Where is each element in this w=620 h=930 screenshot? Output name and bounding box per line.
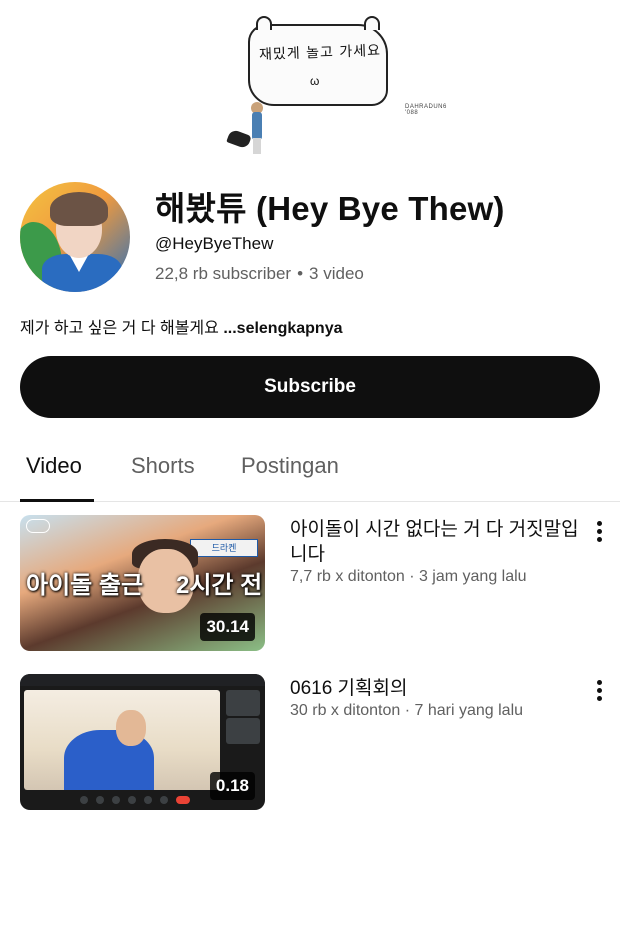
tab-postingan[interactable]: Postingan <box>241 453 339 479</box>
thumbnail-person-head <box>116 710 146 746</box>
thumbnail-meeting-controls <box>80 796 190 804</box>
active-tab-indicator <box>20 499 94 502</box>
banner-speech-bubble: 재밌게 놀고 가세요 ω DAHRADUN6 '088 <box>248 16 446 116</box>
channel-name: 해봤튜 (Hey Bye Thew) <box>155 190 505 227</box>
channel-banner: 재밌게 놀고 가세요 ω DAHRADUN6 '088 <box>180 14 446 164</box>
tab-shorts[interactable]: Shorts <box>131 453 195 479</box>
thumbnail-participant-tile <box>226 718 260 744</box>
video-list-item[interactable]: 0.18 0616 기획회의 30 rb x ditonton · 7 hari… <box>0 674 620 810</box>
description-text: 제가 하고 싶은 거 다 해볼게요 <box>20 320 219 337</box>
tab-video[interactable]: Video <box>26 453 82 479</box>
video-duration-badge: 30.14 <box>200 613 255 641</box>
channel-handle: @HeyByeThew <box>155 234 274 253</box>
thumbnail-caption-left: 아이돌 출근 <box>26 572 144 599</box>
video-thumbnail[interactable]: 드라켄 아이돌 출근 2시간 전 30.14 <box>20 515 265 651</box>
subscriber-count: 22,8 rb subscriber <box>155 264 292 283</box>
subscribe-button[interactable]: Subscribe <box>20 356 600 418</box>
description-more-link[interactable]: ...selengkapnya <box>223 320 342 337</box>
thumbnail-meeting-topbar <box>20 674 265 686</box>
banner-ear-left <box>256 16 272 30</box>
video-meta: 30 rb x ditonton · 7 hari yang lalu <box>290 702 524 719</box>
banner-text: 재밌게 놀고 가세요 <box>258 42 382 64</box>
banner-figure-body <box>252 112 262 140</box>
channel-stats: 22,8 rb subscriber • 3 video <box>155 264 364 284</box>
channel-avatar[interactable] <box>20 182 130 292</box>
video-count: 3 video <box>309 264 364 283</box>
video-meta: 7,7 rb x ditonton · 3 jam yang lalu <box>290 568 527 585</box>
video-title[interactable]: 아이돌이 시간 없다는 거 다 거짓말입니다 <box>290 517 580 567</box>
video-duration-badge: 0.18 <box>209 772 255 800</box>
video-title[interactable]: 0616 기획회의 <box>290 676 580 701</box>
video-thumbnail[interactable]: 0.18 <box>20 674 265 810</box>
thumbnail-sign: 드라켄 <box>190 539 258 557</box>
channel-description[interactable]: 제가 하고 싶은 거 다 해볼게요 ...selengkapnya <box>20 314 343 338</box>
video-list-item[interactable]: 드라켄 아이돌 출근 2시간 전 30.14 아이돌이 시간 없다는 거 다 거… <box>0 515 620 651</box>
avatar-hair <box>50 192 108 226</box>
banner-smile: ω <box>310 74 320 88</box>
channel-tabs: Video Shorts Postingan <box>0 436 620 502</box>
banner-figure-illustration <box>226 102 268 158</box>
thumbnail-meeting-main-view <box>24 690 220 790</box>
more-options-icon[interactable] <box>590 519 610 543</box>
thumbnail-participant-tile <box>226 690 260 716</box>
banner-cat <box>226 128 252 150</box>
banner-ear-right <box>364 16 380 30</box>
stats-separator: • <box>297 264 304 283</box>
banner-signature: DAHRADUN6 '088 <box>405 104 447 116</box>
banner-figure-legs <box>253 138 261 154</box>
thumbnail-caption-right: 2시간 전 <box>176 572 263 599</box>
more-options-icon[interactable] <box>590 678 610 702</box>
thumbnail-logo <box>26 519 50 533</box>
